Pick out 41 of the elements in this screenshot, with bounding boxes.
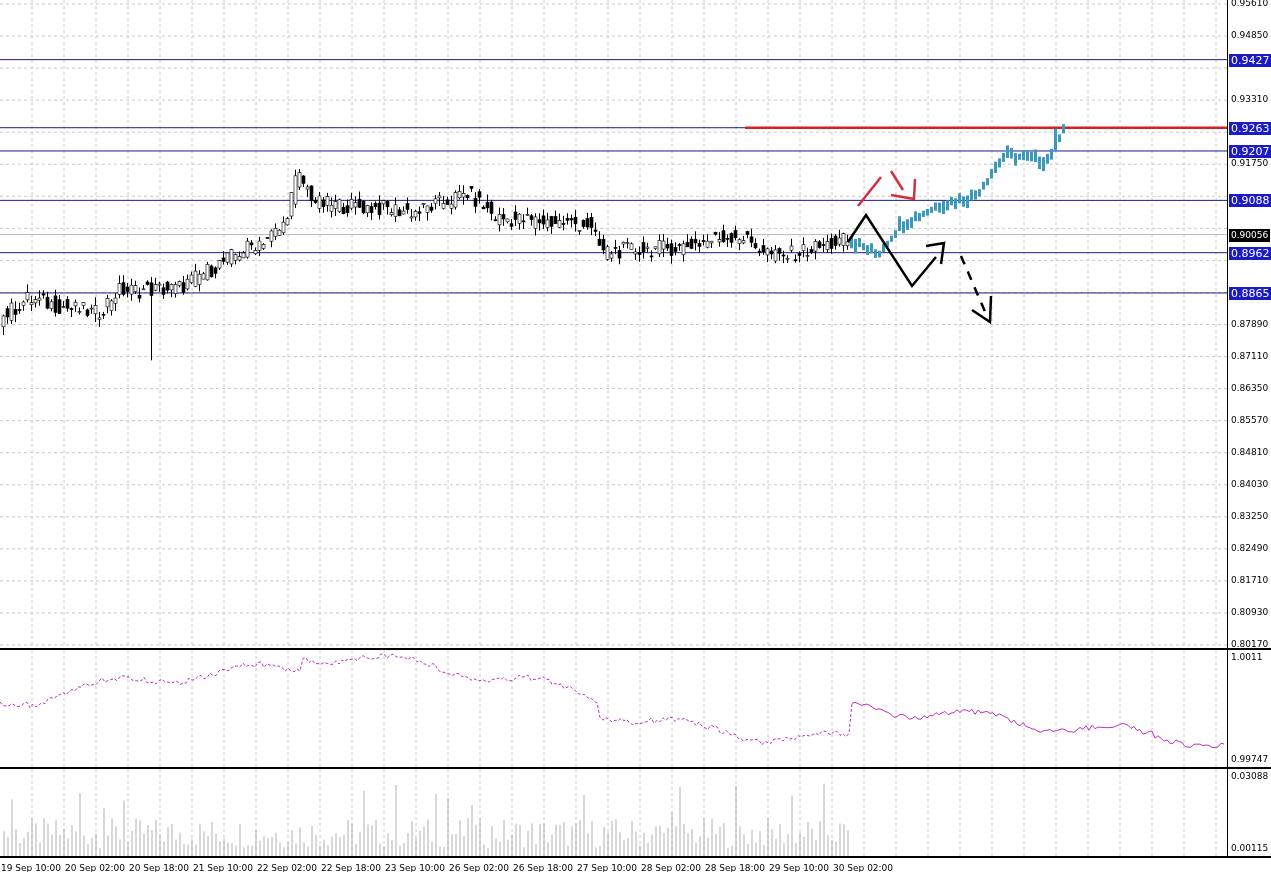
price-label: 0.84810: [1231, 446, 1269, 458]
time-label: 30 Sep 02:00: [833, 863, 895, 872]
price-label: 0.83250: [1231, 510, 1269, 522]
price-label: 0.82490: [1231, 542, 1269, 554]
time-label: 22 Sep 18:00: [321, 863, 383, 872]
level-price-label: 0.8962: [1229, 246, 1271, 260]
level-price-label: 0.9088: [1229, 194, 1271, 208]
time-label: 28 Sep 02:00: [641, 863, 703, 872]
price-label: 0.81710: [1231, 574, 1269, 586]
time-label: 26 Sep 18:00: [513, 863, 575, 872]
level-price-label: 0.9427: [1229, 53, 1271, 67]
dashed-arrow-drawing: [959, 255, 993, 325]
time-label: 29 Sep 10:00: [769, 863, 831, 872]
price-label: 0.87110: [1231, 350, 1269, 362]
current-price-label: 0.90056: [1229, 228, 1271, 242]
volume-min-label: 0.00115: [1231, 843, 1269, 854]
price-label: 0.84030: [1231, 478, 1269, 490]
level-price-label: 0.9263: [1229, 121, 1271, 135]
time-label: 20 Sep 02:00: [65, 863, 127, 872]
level-price-label: 0.9207: [1229, 144, 1271, 158]
price-label: 0.93310: [1231, 94, 1269, 106]
price-label: 0.85570: [1231, 414, 1269, 426]
time-label: 26 Sep 02:00: [449, 863, 511, 872]
price-label: 0.80930: [1231, 606, 1269, 618]
indicator-max-label: 1.0011: [1231, 652, 1263, 663]
time-label: 23 Sep 10:00: [385, 863, 447, 872]
time-label: 27 Sep 10:00: [577, 863, 639, 872]
price-label: 0.86350: [1231, 382, 1269, 394]
time-label: 22 Sep 02:00: [257, 863, 319, 872]
time-label: 21 Sep 10:00: [193, 863, 255, 872]
price-label: 0.95610: [1231, 0, 1269, 9]
price-label: 0.80170: [1231, 639, 1269, 650]
time-label: 19 Sep 10:00: [1, 863, 63, 872]
time-label: 28 Sep 18:00: [705, 863, 767, 872]
indicator-min-label: 0.99747: [1231, 754, 1269, 765]
time-label: 20 Sep 18:00: [129, 863, 191, 872]
level-price-label: 0.8865: [1229, 286, 1271, 300]
price-label: 0.87890: [1231, 318, 1269, 330]
price-label: 0.91750: [1231, 158, 1269, 170]
volume-max-label: 0.03088: [1231, 771, 1269, 782]
price-label: 0.94850: [1231, 30, 1269, 42]
